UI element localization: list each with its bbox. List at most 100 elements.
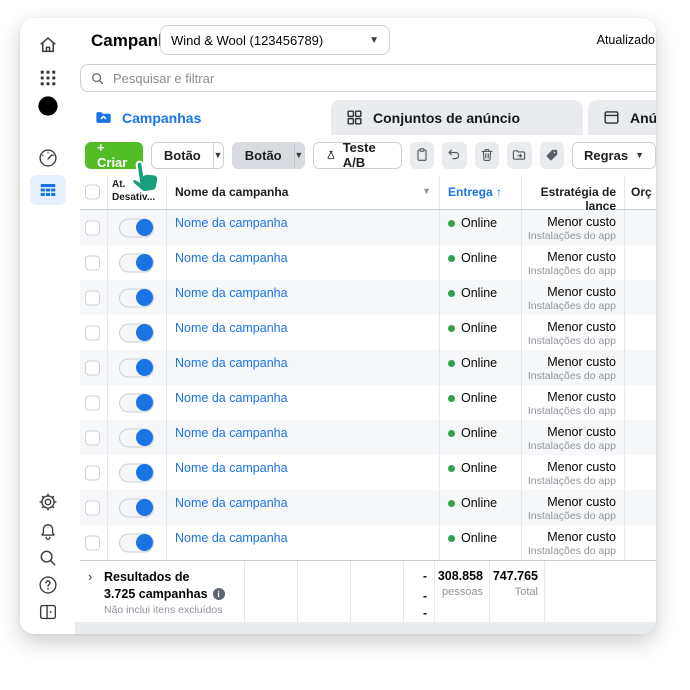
chevron-down-icon: ▼ xyxy=(635,150,644,160)
row-checkbox[interactable] xyxy=(85,395,100,410)
help-icon[interactable] xyxy=(36,573,60,597)
header-delivery[interactable]: Entrega ↑ xyxy=(440,175,522,209)
main-area: Campanhas Wind & Wool (123456789) ▼ Atua… xyxy=(75,18,656,634)
page: Campanhas Wind & Wool (123456789) ▼ Atua… xyxy=(0,0,690,690)
header-toggle[interactable]: At. Desativ... xyxy=(108,175,167,209)
split-button-1[interactable]: Botão ▼ xyxy=(150,141,224,169)
apps-grid-icon[interactable] xyxy=(36,66,60,90)
sidebar-item-campaigns-active[interactable] xyxy=(29,175,66,205)
row-checkbox[interactable] xyxy=(85,220,100,235)
topbar: Campanhas Wind & Wool (123456789) ▼ Atua… xyxy=(75,18,656,62)
campaign-name-link[interactable]: Nome da campanha xyxy=(175,356,288,370)
campaign-name-link[interactable]: Nome da campanha xyxy=(175,461,288,475)
campaign-toggle[interactable] xyxy=(119,288,154,307)
row-checkbox[interactable] xyxy=(85,430,100,445)
delete-button[interactable] xyxy=(474,141,500,169)
bid-strategy-sub: Instalações do app xyxy=(527,300,616,312)
tab-conjuntos-de-anuncio[interactable]: Conjuntos de anúncio xyxy=(331,100,583,135)
info-icon[interactable]: i xyxy=(212,588,225,600)
split-button-1-label[interactable]: Botão xyxy=(152,148,213,163)
chevron-down-icon[interactable]: ▼ xyxy=(294,150,304,160)
campaign-toggle[interactable] xyxy=(119,253,154,272)
row-checkbox[interactable] xyxy=(85,535,100,550)
collapse-panel-icon[interactable] xyxy=(36,600,60,624)
campaign-toggle[interactable] xyxy=(119,533,154,552)
campaign-name-link[interactable]: Nome da campanha xyxy=(175,496,288,510)
row-checkbox[interactable] xyxy=(85,290,100,305)
rules-button[interactable]: Regras ▼ xyxy=(571,141,656,169)
header-bid-strategy[interactable]: Estratégia de lance xyxy=(522,175,625,213)
flask-icon xyxy=(327,150,335,159)
header-select-cell xyxy=(80,175,108,209)
dash-value: - xyxy=(423,589,427,603)
gauge-icon[interactable] xyxy=(36,146,60,170)
row-budget-cell xyxy=(625,385,656,420)
campaign-name-link[interactable]: Nome da campanha xyxy=(175,251,288,265)
search-input[interactable] xyxy=(113,70,656,86)
campaign-name-link[interactable]: Nome da campanha xyxy=(175,321,288,335)
account-selector[interactable]: Wind & Wool (123456789) ▼ xyxy=(160,25,390,55)
row-toggle-cell xyxy=(108,210,167,245)
create-button[interactable]: + Criar xyxy=(85,140,143,170)
chevron-down-icon[interactable]: ▼ xyxy=(422,186,431,196)
chevron-down-icon[interactable]: ▼ xyxy=(213,150,223,160)
tab-campanhas[interactable]: Campanhas xyxy=(80,100,327,135)
campaign-toggle[interactable] xyxy=(119,323,154,342)
row-checkbox[interactable] xyxy=(85,500,100,515)
toggle-knob xyxy=(136,534,153,551)
row-checkbox[interactable] xyxy=(85,255,100,270)
sort-asc-icon: ↑ xyxy=(496,185,503,199)
campaign-toggle[interactable] xyxy=(119,463,154,482)
table-row: Nome da campanha Online Menor custo Inst… xyxy=(80,210,656,245)
row-checkbox[interactable] xyxy=(85,465,100,480)
clipboard-button[interactable] xyxy=(409,141,435,169)
campaign-toggle[interactable] xyxy=(119,218,154,237)
split-button-2-label[interactable]: Botão xyxy=(233,148,294,163)
search-sidebar-icon[interactable] xyxy=(36,546,60,570)
ab-test-button[interactable]: Teste A/B xyxy=(312,140,402,170)
row-checkbox[interactable] xyxy=(85,360,100,375)
campaign-name-link[interactable]: Nome da campanha xyxy=(175,426,288,440)
row-name-cell: Nome da campanha xyxy=(167,455,440,490)
row-select-cell xyxy=(80,525,108,560)
settings-gear-icon[interactable] xyxy=(36,490,60,514)
select-all-checkbox[interactable] xyxy=(85,184,100,200)
status-dot-icon xyxy=(448,430,455,437)
campaign-name-link[interactable]: Nome da campanha xyxy=(175,286,288,300)
status-dot-icon xyxy=(448,500,455,507)
results-summary-cell[interactable]: › Resultados de 3.725 campanhas i Não in… xyxy=(80,561,245,622)
home-icon[interactable] xyxy=(36,33,60,57)
campaign-toggle[interactable] xyxy=(119,393,154,412)
toggle-knob xyxy=(136,359,153,376)
table-footer-row: › Resultados de 3.725 campanhas i Não in… xyxy=(80,560,656,622)
campaign-name-link[interactable]: Nome da campanha xyxy=(175,531,288,545)
account-avatar[interactable] xyxy=(36,94,60,118)
header-campaign-name[interactable]: Nome da campanha ▼ xyxy=(167,175,440,209)
campaign-name-link[interactable]: Nome da campanha xyxy=(175,391,288,405)
footer-people-cell: 308.858 pessoas xyxy=(435,561,490,622)
delivery-status: Online xyxy=(448,531,497,545)
undo-button[interactable] xyxy=(442,141,467,169)
notifications-bell-icon[interactable] xyxy=(36,520,60,544)
toggle-knob xyxy=(136,464,153,481)
split-button-2[interactable]: Botão ▼ xyxy=(231,141,305,169)
left-sidebar xyxy=(20,18,75,634)
row-strategy-cell: Menor custo Instalações do app xyxy=(522,420,625,455)
campaign-toggle[interactable] xyxy=(119,498,154,517)
header-budget[interactable]: Orç xyxy=(625,175,656,209)
export-folder-button[interactable] xyxy=(507,141,532,169)
row-name-cell: Nome da campanha xyxy=(167,210,440,245)
row-select-cell xyxy=(80,385,108,420)
campaign-name-link[interactable]: Nome da campanha xyxy=(175,216,288,230)
tab-anuncios[interactable]: Anún xyxy=(588,100,656,135)
campaign-toggle[interactable] xyxy=(119,358,154,377)
search-bar[interactable] xyxy=(80,64,656,92)
bid-strategy-sub: Instalações do app xyxy=(527,510,616,522)
ab-test-label: Teste A/B xyxy=(342,140,376,170)
tag-button[interactable] xyxy=(539,141,564,169)
row-select-cell xyxy=(80,490,108,525)
chevron-right-icon[interactable]: › xyxy=(88,569,92,584)
row-delivery-cell: Online xyxy=(440,455,522,490)
campaign-toggle[interactable] xyxy=(119,428,154,447)
row-checkbox[interactable] xyxy=(85,325,100,340)
